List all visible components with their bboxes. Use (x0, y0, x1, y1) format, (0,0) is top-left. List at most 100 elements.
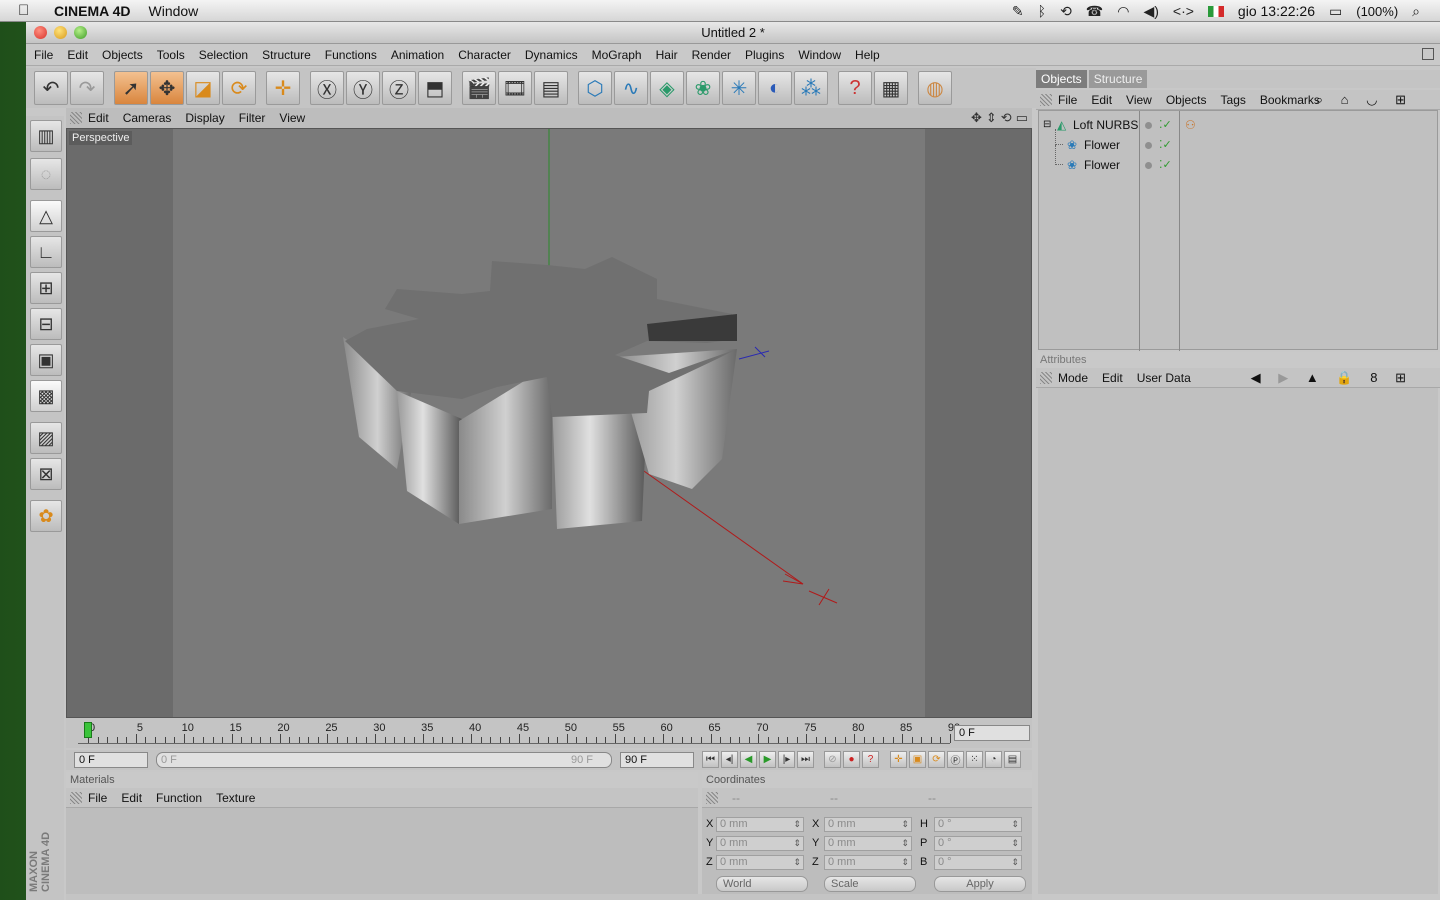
collapse-icon[interactable]: ⊟ (1043, 115, 1051, 135)
objects-menu-view[interactable]: View (1126, 93, 1152, 107)
phone-icon[interactable]: ☎ (1086, 3, 1103, 20)
current-frame-field[interactable]: 0 F (954, 725, 1030, 741)
nurbs-icon[interactable]: ◈ (650, 71, 684, 105)
browser-icon[interactable]: ◍ (918, 71, 952, 105)
close-button[interactable] (34, 26, 47, 39)
panel-grip-icon[interactable] (706, 791, 718, 804)
cube-primitive-icon[interactable]: ⬡ (578, 71, 612, 105)
battery-icon[interactable]: ▭ (1329, 3, 1342, 20)
points-mode-icon[interactable]: ⊞ (30, 272, 62, 304)
particle-icon[interactable]: ⁂ (794, 71, 828, 105)
next-key-icon[interactable]: |▸ (778, 751, 795, 768)
new-window-icon[interactable]: ⊞ (1395, 92, 1406, 107)
link-icon[interactable]: 8 (1370, 370, 1377, 385)
pan-icon[interactable]: ✥ (971, 110, 982, 126)
z-axis-icon[interactable]: Ⓩ (382, 71, 416, 105)
materials-menu-texture[interactable]: Texture (216, 791, 255, 805)
layout-toggle-icon[interactable] (1422, 48, 1434, 60)
time-machine-icon[interactable]: ⟲ (1060, 3, 1072, 20)
materials-menu-file[interactable]: File (88, 791, 107, 805)
dolly-icon[interactable]: ⇕ (986, 110, 997, 126)
menu-animation[interactable]: Animation (391, 48, 444, 62)
app-name-menu[interactable]: CINEMA 4D (54, 3, 131, 19)
up-arrow-icon[interactable]: ▲ (1306, 370, 1319, 385)
menu-tools[interactable]: Tools (157, 48, 185, 62)
panel-grip-icon[interactable] (1040, 371, 1052, 384)
visibility-dot[interactable] (1145, 162, 1152, 169)
home-icon[interactable]: ⌂ (1341, 92, 1349, 107)
battery-percent[interactable]: (100%) (1356, 4, 1398, 19)
object-axis-icon[interactable]: ∟ (30, 236, 62, 268)
menu-window[interactable]: Window (798, 48, 841, 62)
object-manager[interactable]: ⊟ ◭ Loft NURBS ⁚✓ ⚇ ❀ Flower ⁚✓ ❀ Flower… (1038, 110, 1438, 351)
menu-objects[interactable]: Objects (102, 48, 143, 62)
enabled-check-icon[interactable]: ⁚✓ (1159, 115, 1172, 135)
deformer-icon[interactable]: ✳ (722, 71, 756, 105)
key-points-icon[interactable]: ⁙ (966, 751, 983, 768)
panel-grip-icon[interactable] (70, 791, 82, 804)
key-position-icon[interactable]: ✛ (890, 751, 907, 768)
render-view-icon[interactable]: 🎬 (462, 71, 496, 105)
attributes-menu-user-data[interactable]: User Data (1137, 371, 1191, 385)
texture-mode-icon[interactable]: ▨ (30, 422, 62, 454)
viewport-menu-view[interactable]: View (279, 111, 305, 125)
spotlight-search-icon[interactable]: ⌕ (1412, 3, 1420, 20)
layout-icon[interactable]: ▥ (30, 120, 62, 152)
visibility-dot[interactable] (1145, 142, 1152, 149)
materials-menu-function[interactable]: Function (156, 791, 202, 805)
viewport-menu-filter[interactable]: Filter (239, 111, 266, 125)
key-param-icon[interactable]: Ⓟ (947, 751, 964, 768)
sculpt-icon[interactable]: ✿ (30, 500, 62, 532)
recent-tool-icon[interactable]: ✛ (266, 71, 300, 105)
bluetooth-icon[interactable]: ᛒ (1038, 3, 1046, 19)
script-icon[interactable]: ✎ (1012, 3, 1024, 20)
play-backwards-icon[interactable]: ◀ (740, 751, 757, 768)
objects-menu-file[interactable]: File (1058, 93, 1077, 107)
objects-menu-edit[interactable]: Edit (1091, 93, 1112, 107)
render-picture-viewer-icon[interactable]: 🎞 (498, 71, 532, 105)
record-keys-icon[interactable]: ⊘ (824, 751, 841, 768)
redo-icon[interactable]: ↷ (70, 71, 104, 105)
search-icon[interactable]: ⌕ (1316, 92, 1323, 107)
menu-mograph[interactable]: MoGraph (592, 48, 642, 62)
scale-tool-icon[interactable]: ◪ (186, 71, 220, 105)
prev-key-icon[interactable]: ◂| (721, 751, 738, 768)
spline-icon[interactable]: ∿ (614, 71, 648, 105)
model-mode-icon[interactable]: △ (30, 200, 62, 232)
volume-icon[interactable]: ◀) (1143, 3, 1158, 20)
tree-item-flower[interactable]: ❀ Flower ⁚✓ (1039, 129, 1437, 155)
menu-hair[interactable]: Hair (656, 48, 678, 62)
attributes-menu-edit[interactable]: Edit (1102, 371, 1123, 385)
objects-menu-bookmarks[interactable]: Bookmarks (1260, 93, 1320, 107)
sphere-mode-icon[interactable]: ◌ (30, 158, 62, 190)
timeline[interactable]: 051015202530354045505560657075808590 0 F (66, 718, 1032, 748)
menu-edit[interactable]: Edit (67, 48, 88, 62)
menu-dynamics[interactable]: Dynamics (525, 48, 578, 62)
materials-area[interactable] (66, 808, 698, 894)
rotation-h-field[interactable]: 0 ° (934, 817, 1022, 832)
coordinate-system-icon[interactable]: ⬒ (418, 71, 452, 105)
tree-item-loft-nurbs[interactable]: ⊟ ◭ Loft NURBS ⁚✓ ⚇ (1039, 115, 1437, 135)
playhead[interactable] (84, 722, 92, 738)
key-scale-icon[interactable]: ▣ (909, 751, 926, 768)
materials-menu-edit[interactable]: Edit (121, 791, 142, 805)
menu-plugins[interactable]: Plugins (745, 48, 784, 62)
enabled-check-icon[interactable]: ⁚✓ (1159, 155, 1172, 175)
coordinate-space-dropdown[interactable]: World (716, 876, 808, 892)
orbit-icon[interactable]: ⟲ (1001, 110, 1012, 126)
timeline-window-icon[interactable]: ▤ (1004, 751, 1021, 768)
edges-mode-icon[interactable]: ⊟ (30, 308, 62, 340)
array-icon[interactable]: ❀ (686, 71, 720, 105)
menu-structure[interactable]: Structure (262, 48, 311, 62)
object-name[interactable]: Flower (1084, 135, 1120, 155)
workplane-icon[interactable]: ⊠ (30, 458, 62, 490)
rotation-b-field[interactable]: 0 ° (934, 855, 1022, 870)
attributes-menu-mode[interactable]: Mode (1058, 371, 1088, 385)
panel-grip-icon[interactable] (70, 112, 82, 124)
polygons-mode-icon[interactable]: ▣ (30, 344, 62, 376)
lock-icon[interactable]: 🔒 (1336, 370, 1352, 385)
objects-menu-objects[interactable]: Objects (1166, 93, 1207, 107)
x-axis-icon[interactable]: Ⓧ (310, 71, 344, 105)
end-frame-field[interactable]: 90 F (620, 752, 694, 768)
menu-file[interactable]: File (34, 48, 53, 62)
